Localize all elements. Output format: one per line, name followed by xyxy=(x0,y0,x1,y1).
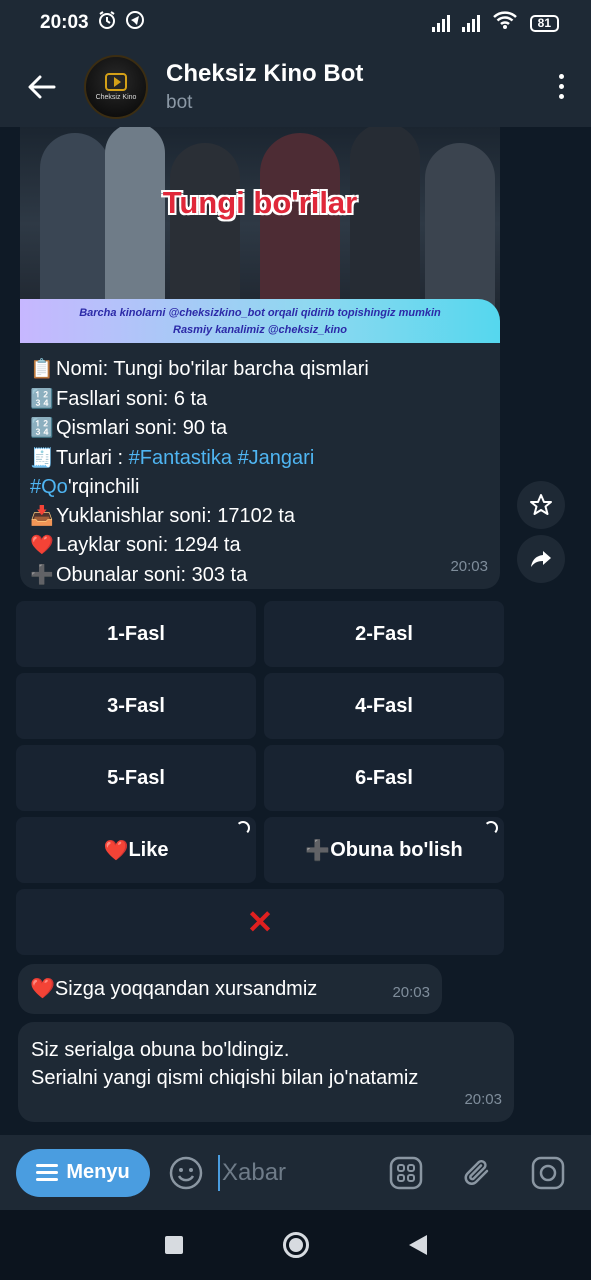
close-icon: ✕ xyxy=(246,904,274,940)
message-time: 20:03 xyxy=(450,557,488,575)
subscribe-button[interactable]: ➕ Obuna bo'lish xyxy=(264,817,504,883)
inbox-tray-icon: 📥 xyxy=(30,505,54,527)
poster-banner-line2: Rasmiy kanalimiz @cheksiz_kino xyxy=(173,324,347,336)
info-episodes: Qismlari soni: 90 ta xyxy=(56,417,228,439)
message-time: 20:03 xyxy=(392,984,430,1001)
reply-subscribed-line2: Serialni yangi qismi chiqishi bilan jo'n… xyxy=(31,1067,419,1089)
movie-info-message[interactable]: 📋 Nomi: Tungi bo'rilar barcha qismlari 🔢 F… xyxy=(20,343,500,589)
back-button[interactable] xyxy=(0,46,84,127)
system-nav-bar xyxy=(0,1210,591,1280)
hashtag-link[interactable]: #Qo xyxy=(30,476,68,498)
emoji-icon[interactable] xyxy=(166,1153,206,1193)
info-subscribers: Obunalar soni: 303 ta xyxy=(56,563,248,586)
info-likes: Layklar soni: 1294 ta xyxy=(56,534,241,556)
info-seasons: Fasllari soni: 6 ta xyxy=(56,387,208,410)
hashtag-link[interactable]: #Jangari xyxy=(238,447,315,469)
plus-icon: ➕ xyxy=(30,564,54,586)
paperclip-icon[interactable] xyxy=(458,1153,498,1193)
like-button[interactable]: ❤️ Like xyxy=(16,817,256,883)
more-vert-icon[interactable] xyxy=(531,74,591,99)
season-1-button[interactable]: 1-Fasl xyxy=(16,601,256,667)
poster-banner-line1: Barcha kinolarni @cheksizkino_bot orqali… xyxy=(79,307,441,319)
clipboard-icon: 📋 xyxy=(30,359,54,380)
menu-icon xyxy=(36,1164,59,1181)
hashtag-link[interactable]: #Fantastika xyxy=(129,447,232,469)
arrow-left-icon xyxy=(28,75,56,98)
signal-icon-2 xyxy=(461,14,480,32)
battery-icon: 81 xyxy=(529,14,559,32)
alarm-icon xyxy=(97,10,117,36)
heart-icon: ❤️ xyxy=(30,978,55,1000)
home-button[interactable] xyxy=(282,1232,309,1258)
message-input-bar: Menyu xyxy=(0,1135,591,1210)
like-button-label: Like xyxy=(128,838,169,861)
bot-reply-liked[interactable]: ❤️Sizga yoqqandan xursandmiz 20:03 xyxy=(18,964,442,1014)
info-downloads: Yuklanishlar soni: 17102 ta xyxy=(56,504,296,527)
avatar-logo-text: Cheksiz Kino xyxy=(95,93,137,101)
poster-title: Tungi bo'rilar xyxy=(162,185,358,220)
play-icon xyxy=(105,72,127,91)
heart-icon: ❤️ xyxy=(103,839,129,862)
season-3-button[interactable]: 3-Fasl xyxy=(16,673,256,739)
bot-menu-button[interactable]: Menyu xyxy=(16,1148,150,1197)
season-4-button[interactable]: 4-Fasl xyxy=(264,673,504,739)
numbers-icon: 🔢 xyxy=(30,388,54,410)
telegram-notification-icon xyxy=(125,10,145,36)
message-time: 20:03 xyxy=(464,1091,502,1108)
receipt-icon: 🧾 xyxy=(30,447,54,469)
share-icon[interactable] xyxy=(517,535,565,583)
message-input[interactable] xyxy=(218,1154,368,1191)
chat-title: Cheksiz Kino Bot xyxy=(166,59,364,87)
reply-liked-text: Sizga yoqqandan xursandmiz xyxy=(54,978,318,1000)
close-button[interactable]: ✕ xyxy=(16,889,504,955)
subscribe-button-label: Obuna bo'lish xyxy=(330,838,463,861)
numbers-icon: 🔢 xyxy=(30,418,54,439)
bot-menu-label: Menyu xyxy=(66,1161,130,1183)
wifi-icon xyxy=(492,10,518,36)
plus-icon: ➕ xyxy=(305,839,331,862)
info-genre-rest: 'rqinchili xyxy=(67,476,140,498)
info-genres-prefix: Turlari : xyxy=(56,446,129,469)
signal-icon xyxy=(431,14,450,32)
camera-icon[interactable] xyxy=(528,1153,568,1193)
chat-area[interactable]: Tungi bo'rilar Barcha kinolarni @cheksiz… xyxy=(0,127,591,1135)
status-time: 20:03 xyxy=(40,12,89,33)
season-2-button[interactable]: 2-Fasl xyxy=(264,601,504,667)
bot-reply-subscribed[interactable]: Siz serialga obuna bo'ldingiz. Serialni … xyxy=(18,1022,514,1122)
movie-poster-image[interactable]: Tungi bo'rilar Barcha kinolarni @cheksiz… xyxy=(20,127,500,343)
season-5-button[interactable]: 5-Fasl xyxy=(16,745,256,811)
status-bar: 20:03 81 xyxy=(0,0,591,46)
star-icon[interactable] xyxy=(517,481,565,529)
chat-title-block[interactable]: Cheksiz Kino Bot bot xyxy=(166,60,531,114)
loading-spinner-icon xyxy=(484,821,498,835)
reply-subscribed-line1: Siz serialga obuna bo'ldingiz. xyxy=(31,1039,290,1061)
loading-spinner-icon xyxy=(236,821,250,835)
back-nav-button[interactable] xyxy=(408,1235,427,1255)
recents-button[interactable] xyxy=(164,1236,183,1254)
bot-avatar[interactable]: Cheksiz Kino xyxy=(84,54,148,119)
season-6-button[interactable]: 6-Fasl xyxy=(264,745,504,811)
heart-icon: ❤️ xyxy=(30,535,54,556)
info-name: Nomi: Tungi bo'rilar barcha qismlari xyxy=(56,358,369,380)
commands-icon[interactable] xyxy=(386,1153,426,1193)
chat-subtitle: bot xyxy=(166,91,193,113)
chat-header: Cheksiz Kino Cheksiz Kino Bot bot xyxy=(0,46,591,127)
poster-banner: Barcha kinolarni @cheksizkino_bot orqali… xyxy=(20,299,500,343)
